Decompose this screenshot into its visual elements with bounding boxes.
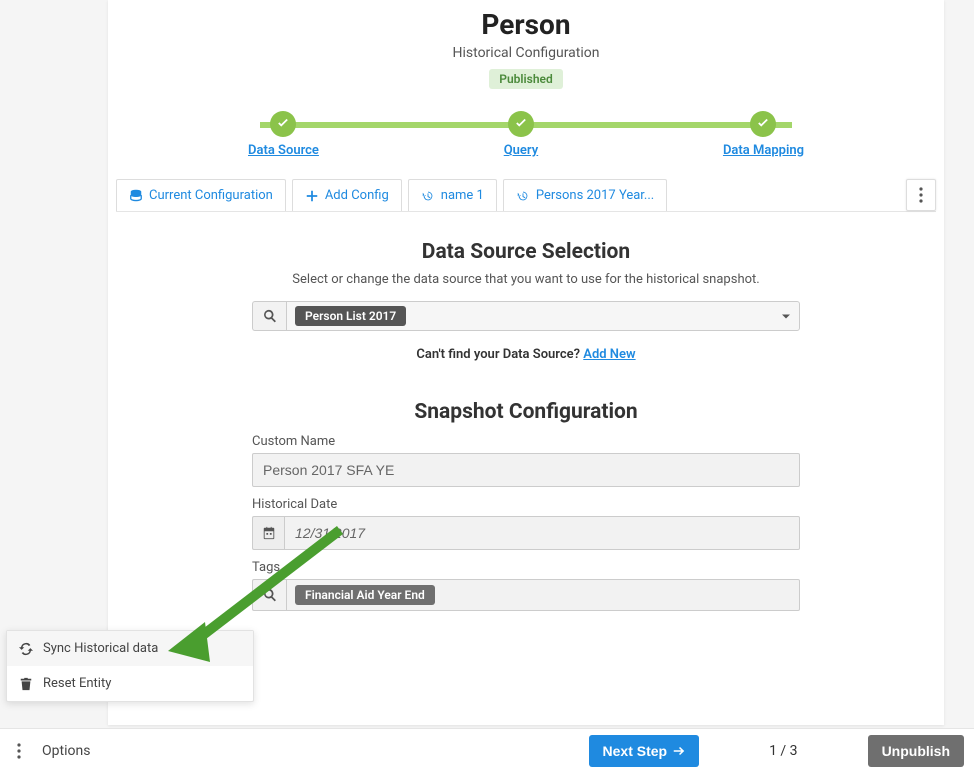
historical-date-label: Historical Date — [252, 497, 800, 512]
data-source-title: Data Source Selection — [108, 240, 944, 264]
search-icon — [263, 588, 277, 602]
check-icon — [508, 111, 534, 137]
stepper: Data Source Query Data Mapping — [248, 111, 804, 161]
data-source-subtitle: Select or change the data source that yo… — [108, 272, 944, 287]
popup-item-label: Sync Historical data — [43, 641, 158, 656]
tags-search-button[interactable] — [252, 579, 286, 611]
tab-name-1[interactable]: name 1 — [408, 179, 497, 211]
tag-chip: Financial Aid Year End — [295, 585, 435, 605]
dots-vertical-icon — [17, 743, 21, 759]
step-data-source: Data Source — [248, 111, 319, 158]
main-panel: Person Historical Configuration Publishe… — [108, 0, 944, 725]
database-icon — [129, 189, 143, 203]
step-label-data-source[interactable]: Data Source — [248, 143, 319, 158]
footer-options-label: Options — [42, 743, 90, 759]
tab-current-configuration[interactable]: Current Configuration — [116, 179, 286, 211]
plus-icon — [305, 189, 319, 203]
step-query: Query — [504, 111, 538, 158]
tags-label: Tags — [252, 560, 800, 575]
button-label: Next Step — [603, 743, 668, 759]
arrow-right-icon — [673, 745, 685, 757]
sync-historical-data-item[interactable]: Sync Historical data — [7, 631, 253, 666]
footer-options-toggle[interactable] — [10, 743, 28, 759]
tab-add-config[interactable]: Add Config — [292, 179, 402, 211]
tab-label: Persons 2017 Year... — [536, 188, 654, 203]
status-badge: Published — [489, 69, 562, 89]
data-source-select[interactable]: Person List 2017 — [286, 301, 800, 331]
next-step-button[interactable]: Next Step — [589, 735, 700, 767]
snapshot-title: Snapshot Configuration — [108, 400, 944, 424]
data-source-chip: Person List 2017 — [295, 306, 406, 326]
step-data-mapping: Data Mapping — [723, 111, 804, 158]
dots-vertical-icon — [919, 187, 923, 203]
history-icon — [516, 189, 530, 203]
unpublish-button[interactable]: Unpublish — [868, 735, 964, 767]
check-icon — [750, 111, 776, 137]
history-icon — [421, 189, 435, 203]
step-label-query[interactable]: Query — [504, 143, 538, 158]
popup-item-label: Reset Entity — [43, 676, 111, 691]
reset-entity-item[interactable]: Reset Entity — [7, 666, 253, 701]
config-tabs: Current Configuration Add Config name 1 … — [116, 179, 936, 212]
search-icon — [263, 309, 277, 323]
page-subtitle: Historical Configuration — [108, 45, 944, 61]
data-source-selector: Person List 2017 — [252, 301, 800, 331]
custom-name-label: Custom Name — [252, 434, 800, 449]
tab-label: name 1 — [441, 188, 484, 203]
add-new-link[interactable]: Add New — [583, 347, 635, 362]
tags-field[interactable]: Financial Aid Year End — [286, 579, 800, 611]
tab-persons-2017[interactable]: Persons 2017 Year... — [503, 179, 667, 211]
data-source-search-button[interactable] — [252, 301, 286, 331]
cant-find-text: Can't find your Data Source? Add New — [108, 347, 944, 362]
page-title: Person — [108, 8, 944, 41]
tabs-more-button[interactable] — [906, 179, 936, 211]
options-popup: Sync Historical data Reset Entity — [6, 630, 254, 702]
sync-icon — [19, 642, 33, 656]
footer-bar: Options Next Step 1 / 3 Unpublish — [0, 728, 974, 772]
caret-down-icon — [781, 307, 791, 326]
tab-label: Add Config — [325, 188, 389, 203]
trash-icon — [19, 677, 33, 691]
step-label-data-mapping[interactable]: Data Mapping — [723, 143, 804, 158]
tab-label: Current Configuration — [149, 188, 273, 203]
check-icon — [270, 111, 296, 137]
custom-name-input[interactable] — [252, 453, 800, 487]
calendar-icon[interactable] — [252, 516, 284, 550]
historical-date-input[interactable] — [284, 516, 800, 550]
page-indicator: 1 / 3 — [769, 743, 797, 759]
